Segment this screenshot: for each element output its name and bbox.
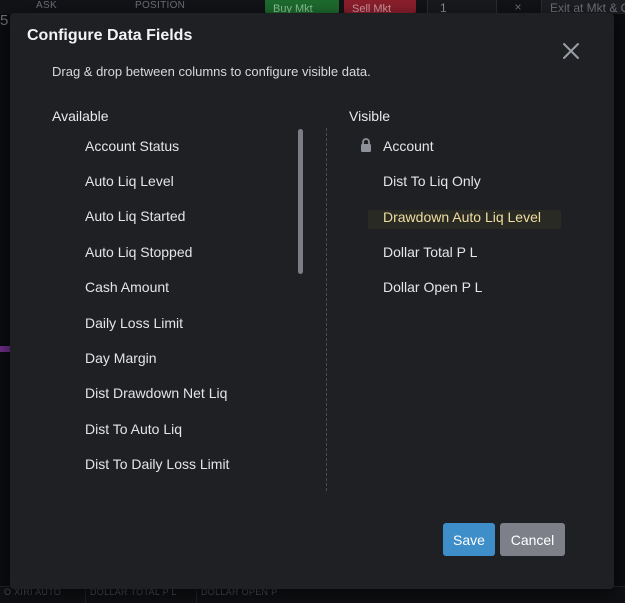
visible-field-item[interactable]: Dist To Liq Only xyxy=(383,173,481,193)
available-field-item[interactable]: Auto Liq Stopped xyxy=(85,244,192,264)
price-readout: 5 xyxy=(0,12,9,29)
chart-marker xyxy=(0,346,10,352)
sell-market-button[interactable]: Sell Mkt xyxy=(344,0,416,14)
visible-field-item[interactable]: Dollar Total P L xyxy=(383,244,477,264)
quantity-input[interactable]: 1 xyxy=(427,0,497,15)
column-divider xyxy=(326,128,327,491)
buy-market-button[interactable]: Buy Mkt xyxy=(265,0,339,14)
ask-column-label: ASK xyxy=(36,0,57,11)
available-field-item[interactable]: Cash Amount xyxy=(85,279,169,299)
visible-field-item-locked: Account xyxy=(383,138,434,154)
clear-quantity-icon[interactable]: × xyxy=(503,0,533,14)
visible-field-item-highlighted[interactable]: Drawdown Auto Liq Level xyxy=(383,209,541,229)
available-fields-list[interactable]: Account Status Auto Liq Level Auto Liq S… xyxy=(52,128,302,493)
exit-at-market-button[interactable]: Exit at Mkt & Cxl xyxy=(541,0,625,14)
available-column-header: Available xyxy=(52,108,109,124)
instructions-text: Drag & drop between columns to configure… xyxy=(52,64,371,79)
visible-column-header: Visible xyxy=(349,108,390,124)
available-field-item[interactable]: Dist To Daily Loss Limit xyxy=(85,456,229,476)
available-field-item[interactable]: Day Margin xyxy=(85,350,157,370)
available-field-item[interactable]: Dist Drawdown Net Liq xyxy=(85,385,227,405)
close-button[interactable] xyxy=(561,41,581,61)
visible-fields-list[interactable]: Account Dist To Liq Only Drawdown Auto L… xyxy=(349,128,579,493)
available-field-item[interactable]: Auto Liq Level xyxy=(85,173,174,193)
configure-data-fields-dialog: Configure Data Fields Drag & drop betwee… xyxy=(10,13,614,589)
save-button[interactable]: Save xyxy=(443,523,495,556)
lock-icon xyxy=(361,138,371,152)
cancel-button[interactable]: Cancel xyxy=(500,523,565,556)
available-field-item[interactable]: Dist To Auto Liq xyxy=(85,421,182,441)
available-field-item[interactable]: Account Status xyxy=(85,138,179,158)
available-field-item[interactable]: Auto Liq Started xyxy=(85,208,185,228)
close-icon xyxy=(563,43,579,59)
position-column-label: POSITION xyxy=(135,0,186,11)
dialog-title: Configure Data Fields xyxy=(27,27,193,44)
available-list-scrollbar[interactable] xyxy=(298,129,303,274)
available-field-item[interactable]: Daily Loss Limit xyxy=(85,315,183,335)
visible-field-item[interactable]: Dollar Open P L xyxy=(383,279,482,299)
